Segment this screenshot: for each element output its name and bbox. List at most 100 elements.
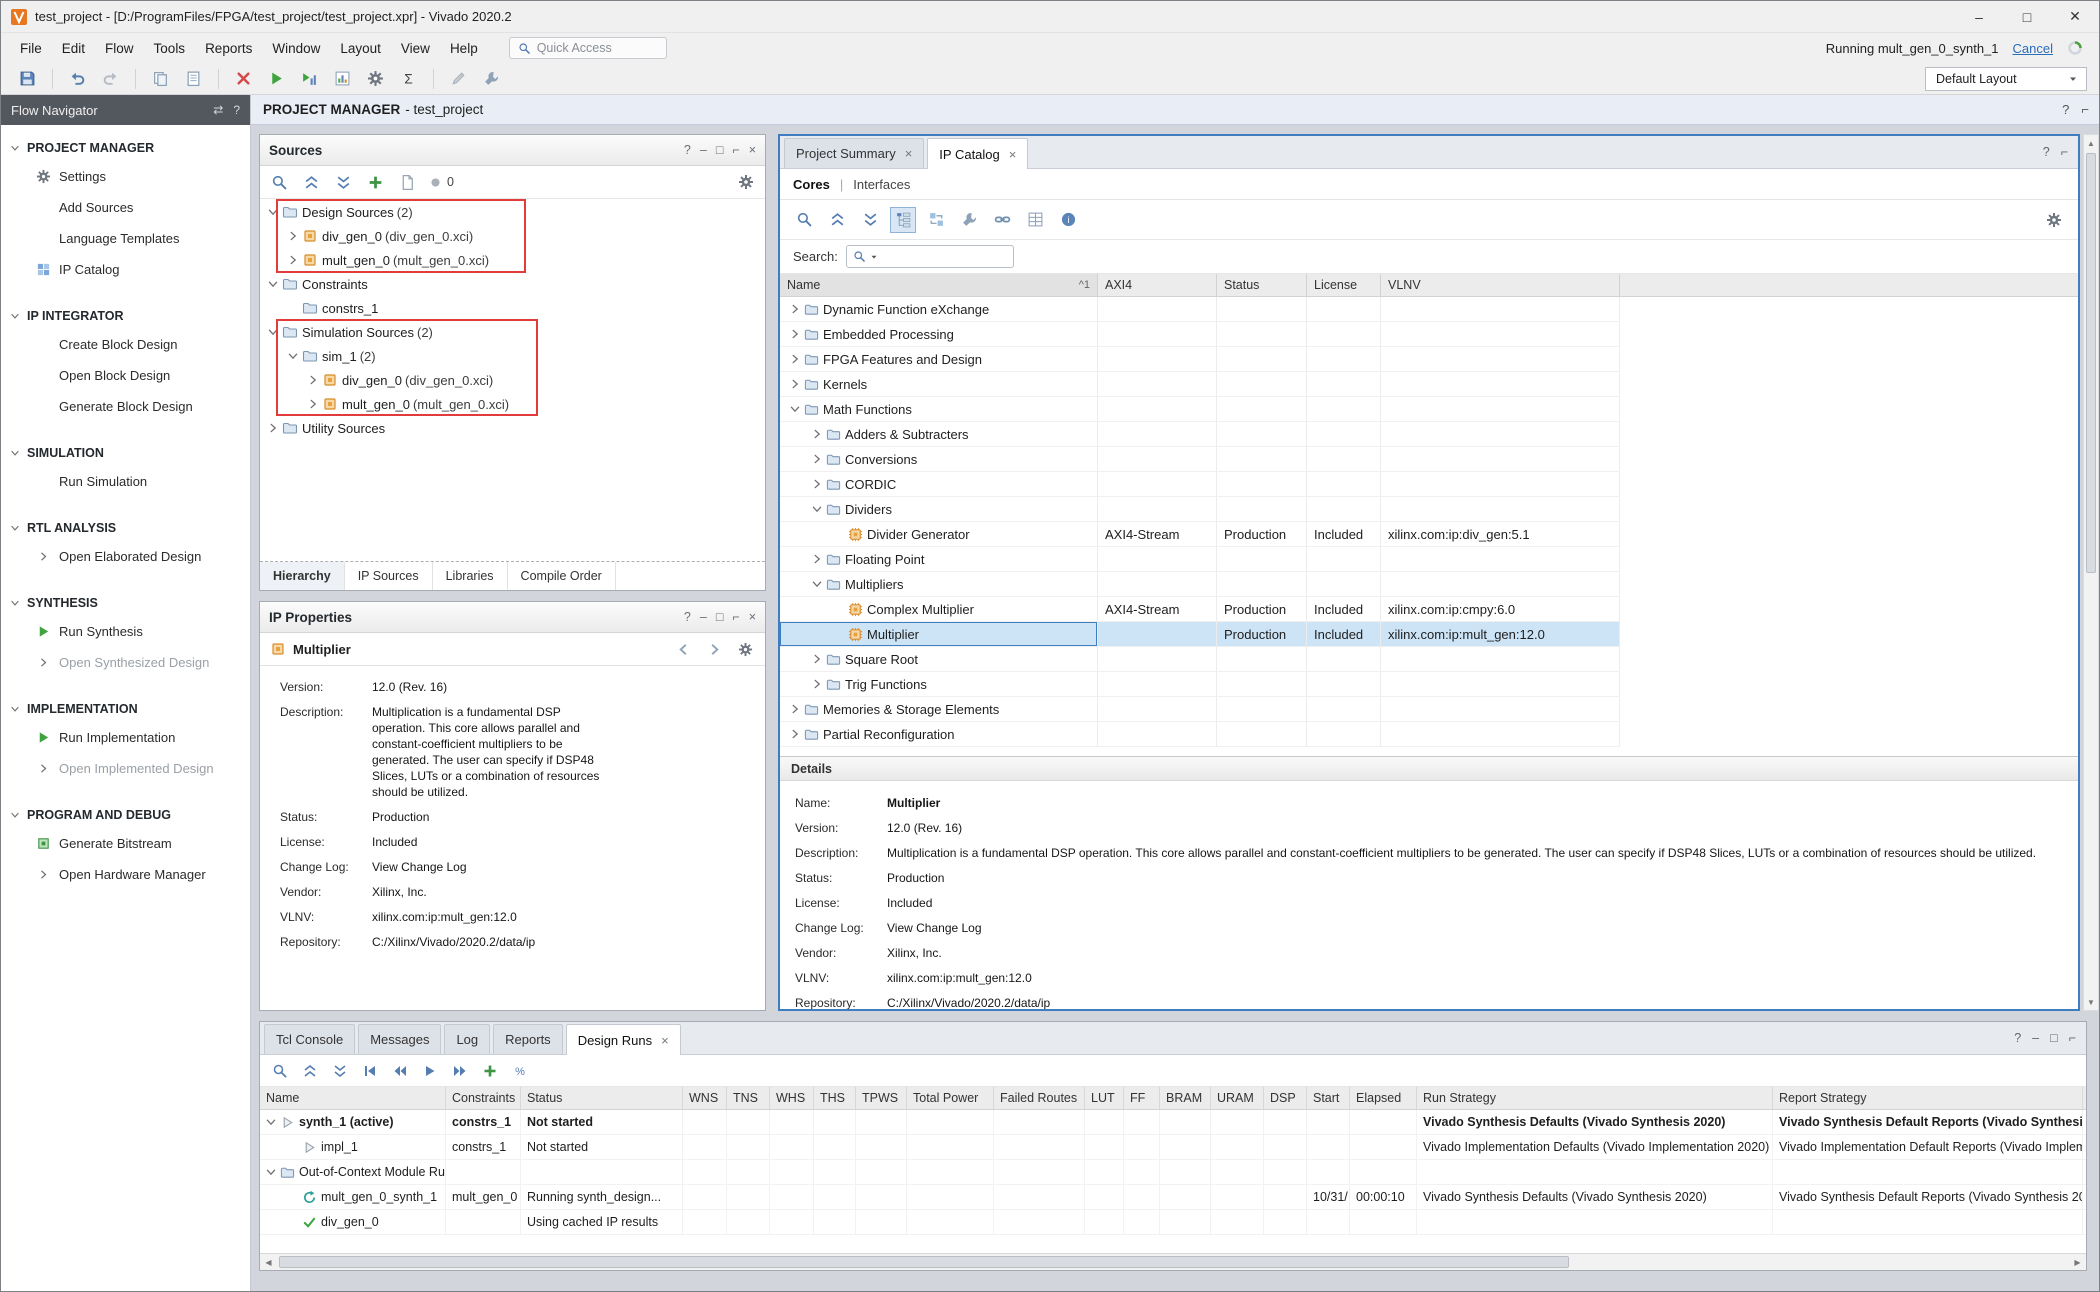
panel-float-icon[interactable]: ⌐	[2069, 1031, 2076, 1045]
runs-column-header-run-strategy[interactable]: Run Strategy	[1417, 1087, 1773, 1109]
catalog-row-multiplier[interactable]: MultiplierProductionIncludedxilinx.com:i…	[780, 622, 1620, 647]
tab-design-runs[interactable]: Design Runs×	[566, 1024, 681, 1055]
catalog-row-multipliers[interactable]: Multipliers	[780, 572, 1620, 597]
toggle-navigator-icon[interactable]: ⇄	[213, 103, 223, 117]
flow-item-add-sources[interactable]: Add Sources	[1, 192, 250, 223]
search-button[interactable]	[270, 1061, 290, 1081]
runs-column-header-lut[interactable]: LUT	[1085, 1087, 1124, 1109]
flow-item-generate-bitstream[interactable]: Generate Bitstream	[1, 828, 250, 859]
panel-maximize-icon[interactable]: □	[716, 610, 724, 624]
menu-edit[interactable]: Edit	[53, 38, 94, 59]
catalog-row-embedded-processing[interactable]: Embedded Processing	[780, 322, 1620, 347]
flow-section-header-implementation[interactable]: IMPLEMENTATION	[1, 696, 250, 722]
panel-float-icon[interactable]: ⌐	[732, 610, 739, 624]
runs-column-header-bram[interactable]: BRAM	[1160, 1087, 1211, 1109]
runs-column-header-dsp[interactable]: DSP	[1264, 1087, 1307, 1109]
menu-file[interactable]: File	[11, 38, 51, 59]
column-header-name[interactable]: Name^1	[780, 274, 1098, 296]
runs-column-header-name[interactable]: Name	[260, 1087, 446, 1109]
tab-project-summary[interactable]: Project Summary×	[784, 138, 924, 168]
run-button[interactable]	[262, 66, 291, 92]
source-utility-sources[interactable]: Utility Sources	[260, 416, 765, 440]
runs-column-header-failed-routes[interactable]: Failed Routes	[994, 1087, 1085, 1109]
run-row-mult-gen-0-synth-1[interactable]: mult_gen_0_synth_1mult_gen_0Running synt…	[260, 1185, 2086, 1210]
catalog-row-conversions[interactable]: Conversions	[780, 447, 1620, 472]
panel-maximize-icon[interactable]: □	[716, 143, 724, 157]
flow-section-header-synthesis[interactable]: SYNTHESIS	[1, 590, 250, 616]
panel-help-icon[interactable]: ?	[684, 143, 691, 157]
tab-messages[interactable]: Messages	[358, 1024, 441, 1054]
properties-arrow-left-button[interactable]	[673, 639, 693, 659]
catalog-scrollbar-thumb[interactable]	[2086, 153, 2096, 573]
flow-item-run-synthesis[interactable]: Run Synthesis	[1, 616, 250, 647]
catalog-row-trig-functions[interactable]: Trig Functions	[780, 672, 1620, 697]
menu-reports[interactable]: Reports	[196, 38, 261, 59]
catalog-row-partial-reconfiguration[interactable]: Partial Reconfiguration	[780, 722, 1620, 747]
window-close-button[interactable]: ✕	[2051, 1, 2099, 32]
catalog-row-complex-multiplier[interactable]: Complex MultiplierAXI4-StreamProductionI…	[780, 597, 1620, 622]
sources-tab-libraries[interactable]: Libraries	[433, 562, 508, 590]
close-tab-icon[interactable]: ×	[1009, 147, 1017, 162]
subtab-cores[interactable]: Cores	[793, 177, 830, 192]
flow-item-open-synthesized-design[interactable]: Open Synthesized Design	[1, 647, 250, 678]
link-button[interactable]	[989, 207, 1015, 233]
step-back-button[interactable]	[390, 1061, 410, 1081]
flow-item-run-simulation[interactable]: Run Simulation	[1, 466, 250, 497]
wrench-button[interactable]	[956, 207, 982, 233]
scroll-right-icon[interactable]: ▶	[2069, 1254, 2086, 1270]
link-production[interactable]: Production	[372, 809, 429, 825]
save-button[interactable]	[13, 66, 42, 92]
source-mult-gen-0[interactable]: mult_gen_0 (mult_gen_0.xci)	[260, 392, 765, 416]
source-mult-gen-0[interactable]: mult_gen_0 (mult_gen_0.xci)	[260, 248, 765, 272]
step-forward-button[interactable]	[450, 1061, 470, 1081]
menu-window[interactable]: Window	[263, 38, 329, 59]
menu-flow[interactable]: Flow	[96, 38, 143, 59]
scroll-up-icon[interactable]: ▲	[2084, 135, 2098, 151]
help-icon[interactable]: ?	[233, 103, 240, 117]
source-simulation-sources[interactable]: Simulation Sources (2)	[260, 320, 765, 344]
tab-reports[interactable]: Reports	[493, 1024, 563, 1054]
link-production[interactable]: Production	[887, 870, 944, 887]
catalog-row-square-root[interactable]: Square Root	[780, 647, 1620, 672]
catalog-row-floating-point[interactable]: Floating Point	[780, 547, 1620, 572]
runs-column-header-uram[interactable]: URAM	[1211, 1087, 1264, 1109]
collapse-button[interactable]	[300, 1061, 320, 1081]
expand-button[interactable]	[330, 1061, 350, 1081]
catalog-row-kernels[interactable]: Kernels	[780, 372, 1620, 397]
flow-section-header-program-and-debug[interactable]: PROGRAM AND DEBUG	[1, 802, 250, 828]
catalog-row-math-functions[interactable]: Math Functions	[780, 397, 1620, 422]
collapse-button[interactable]	[824, 207, 850, 233]
runs-column-header-whs[interactable]: WHS	[770, 1087, 814, 1109]
flow-item-language-templates[interactable]: Language Templates	[1, 223, 250, 254]
panel-minimize-icon[interactable]: –	[700, 143, 707, 157]
window-maximize-button[interactable]: □	[2003, 1, 2051, 32]
panel-minimize-icon[interactable]: –	[2032, 1031, 2039, 1045]
quick-access-search[interactable]: Quick Access	[509, 37, 667, 59]
source-div-gen-0[interactable]: div_gen_0 (div_gen_0.xci)	[260, 224, 765, 248]
sources-settings-button[interactable]	[736, 172, 756, 192]
scrollbar-thumb[interactable]	[279, 1256, 1569, 1268]
tab-log[interactable]: Log	[444, 1024, 490, 1054]
catalog-row-adders-subtracters[interactable]: Adders & Subtracters	[780, 422, 1620, 447]
catalog-scrollbar[interactable]: ▲ ▼	[2083, 134, 2099, 1011]
run-row-div-gen-0[interactable]: div_gen_0Using cached IP results	[260, 1210, 2086, 1235]
report-button[interactable]	[179, 66, 208, 92]
panel-close-icon[interactable]: ×	[749, 610, 756, 624]
source-constrs-1[interactable]: constrs_1	[260, 296, 765, 320]
link-view-change-log[interactable]: View Change Log	[887, 920, 982, 937]
menu-tools[interactable]: Tools	[145, 38, 195, 59]
compare-button[interactable]	[923, 207, 949, 233]
runs-column-header-total-power[interactable]: Total Power	[907, 1087, 994, 1109]
add-button[interactable]	[480, 1061, 500, 1081]
file-button[interactable]	[397, 172, 417, 192]
catalog-row-memories-storage-elements[interactable]: Memories & Storage Elements	[780, 697, 1620, 722]
copy-button[interactable]	[146, 66, 175, 92]
menu-view[interactable]: View	[392, 38, 439, 59]
panel-minimize-icon[interactable]: –	[700, 610, 707, 624]
step-first-button[interactable]	[360, 1061, 380, 1081]
runs-column-header-wns[interactable]: WNS	[683, 1087, 727, 1109]
panel-close-icon[interactable]: ×	[749, 143, 756, 157]
edit-button[interactable]	[444, 66, 473, 92]
add-button[interactable]	[365, 172, 385, 192]
flow-item-run-implementation[interactable]: Run Implementation	[1, 722, 250, 753]
